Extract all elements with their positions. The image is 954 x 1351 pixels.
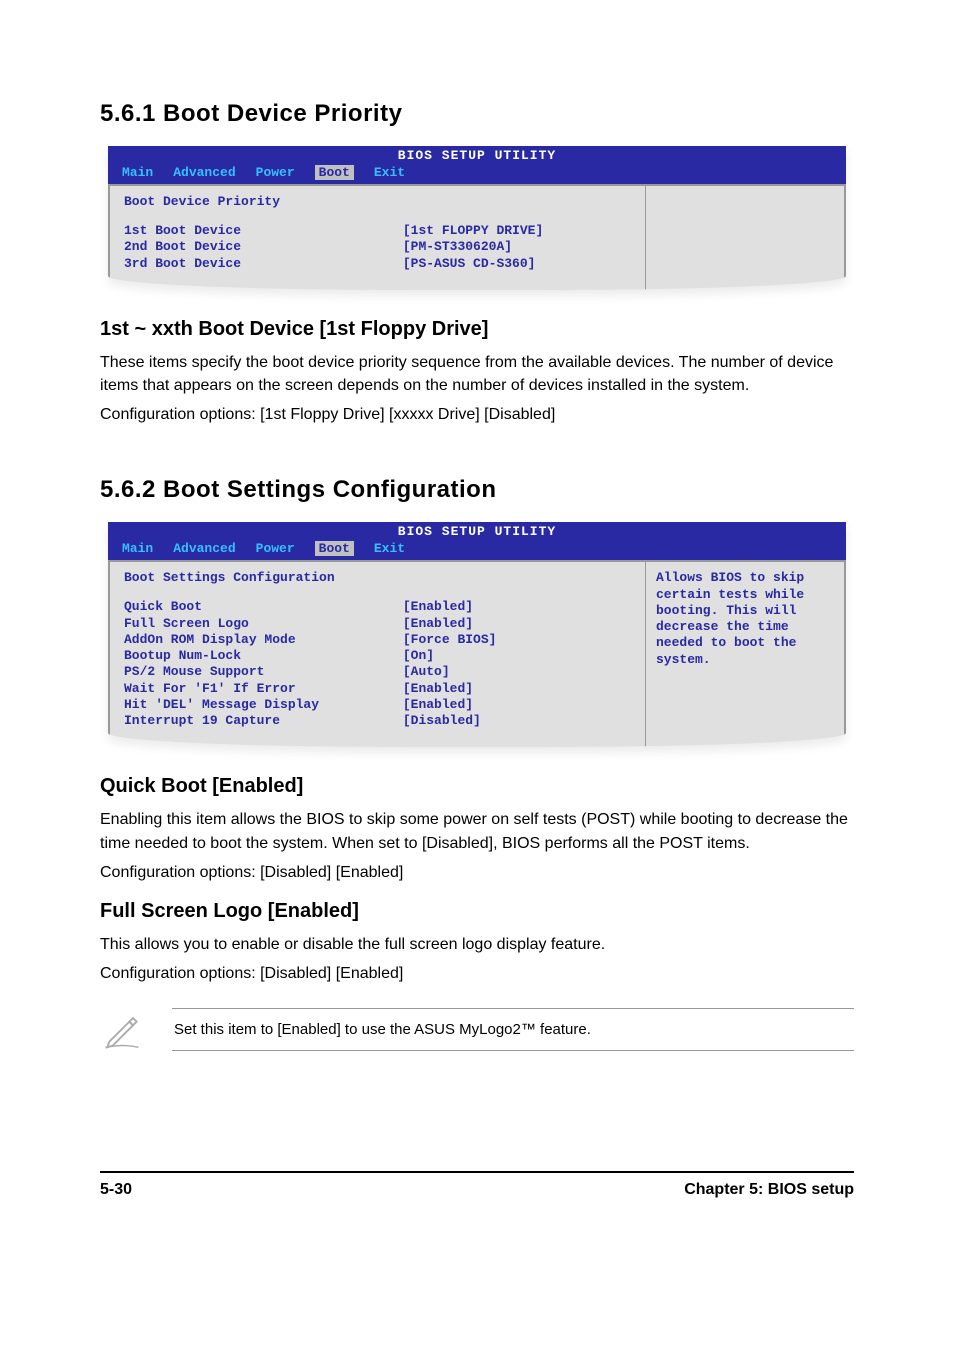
menu-main: Main [122, 541, 153, 556]
note-callout: Set this item to [Enabled] to use the AS… [100, 1007, 854, 1051]
pencil-note-icon [100, 1007, 144, 1051]
bios-title: BIOS SETUP UTILITY [108, 522, 846, 539]
menu-main: Main [122, 165, 153, 180]
row-label: PS/2 Mouse Support [124, 664, 403, 680]
menu-power: Power [256, 165, 295, 180]
heading-561: 5.6.1 Boot Device Priority [100, 100, 854, 128]
bios-menubar: Main Advanced Power Boot Exit [108, 163, 846, 184]
chapter-label: Chapter 5: BIOS setup [684, 1181, 854, 1199]
row-value: [On] [403, 648, 631, 664]
row-label: Bootup Num-Lock [124, 648, 403, 664]
row-value: [PS-ASUS CD-S360] [403, 256, 631, 272]
paragraph: Enabling this item allows the BIOS to sk… [100, 808, 854, 854]
menu-boot: Boot [315, 165, 354, 180]
paragraph: Configuration options: [Disabled] [Enabl… [100, 861, 854, 884]
page-number: 5-30 [100, 1181, 132, 1199]
menu-exit: Exit [374, 165, 405, 180]
bios-section-title: Boot Settings Configuration [124, 570, 631, 585]
bios-title: BIOS SETUP UTILITY [108, 146, 846, 163]
bios-section-title: Boot Device Priority [124, 194, 631, 209]
menu-advanced: Advanced [173, 541, 235, 556]
menu-exit: Exit [374, 541, 405, 556]
row-label: 2nd Boot Device [124, 239, 403, 255]
page-footer: 5-30 Chapter 5: BIOS setup [100, 1171, 854, 1199]
menu-power: Power [256, 541, 295, 556]
heading-562: 5.6.2 Boot Settings Configuration [100, 476, 854, 504]
bios-screenshot-boot-settings: BIOS SETUP UTILITY Main Advanced Power B… [108, 522, 846, 747]
row-label: 1st Boot Device [124, 223, 403, 239]
row-label: Hit 'DEL' Message Display [124, 697, 403, 713]
bios-left-pane: Boot Device Priority 1st Boot Device[1st… [108, 184, 646, 290]
paragraph: Configuration options: [1st Floppy Drive… [100, 403, 854, 426]
row-label: AddOn ROM Display Mode [124, 632, 403, 648]
row-label: Interrupt 19 Capture [124, 713, 403, 729]
row-value: [Disabled] [403, 713, 631, 729]
bios-help-pane: Allows BIOS to skip certain tests while … [646, 560, 846, 747]
row-value: [1st FLOPPY DRIVE] [403, 223, 631, 239]
menu-advanced: Advanced [173, 165, 235, 180]
row-label: Wait For 'F1' If Error [124, 681, 403, 697]
row-value: [Enabled] [403, 599, 631, 615]
row-label: Full Screen Logo [124, 616, 403, 632]
row-value: [Enabled] [403, 681, 631, 697]
paragraph: This allows you to enable or disable the… [100, 933, 854, 956]
row-value: [Enabled] [403, 697, 631, 713]
paragraph: These items specify the boot device prio… [100, 351, 854, 397]
row-value: [Enabled] [403, 616, 631, 632]
bios-help-pane [646, 184, 846, 290]
row-value: [Force BIOS] [403, 632, 631, 648]
row-label: 3rd Boot Device [124, 256, 403, 272]
heading-quickboot: Quick Boot [Enabled] [100, 775, 854, 798]
row-value: [Auto] [403, 664, 631, 680]
heading-1st-xxth: 1st ~ xxth Boot Device [1st Floppy Drive… [100, 318, 854, 341]
bios-screenshot-boot-priority: BIOS SETUP UTILITY Main Advanced Power B… [108, 146, 846, 290]
paragraph: Configuration options: [Disabled] [Enabl… [100, 962, 854, 985]
heading-fullscreen: Full Screen Logo [Enabled] [100, 900, 854, 923]
bios-help-text: Allows BIOS to skip certain tests while … [656, 570, 804, 666]
bios-menubar: Main Advanced Power Boot Exit [108, 539, 846, 560]
row-label: Quick Boot [124, 599, 403, 615]
row-value: [PM-ST330620A] [403, 239, 631, 255]
menu-boot: Boot [315, 541, 354, 556]
bios-left-pane: Boot Settings Configuration Quick Boot[E… [108, 560, 646, 747]
note-text: Set this item to [Enabled] to use the AS… [174, 1021, 591, 1038]
